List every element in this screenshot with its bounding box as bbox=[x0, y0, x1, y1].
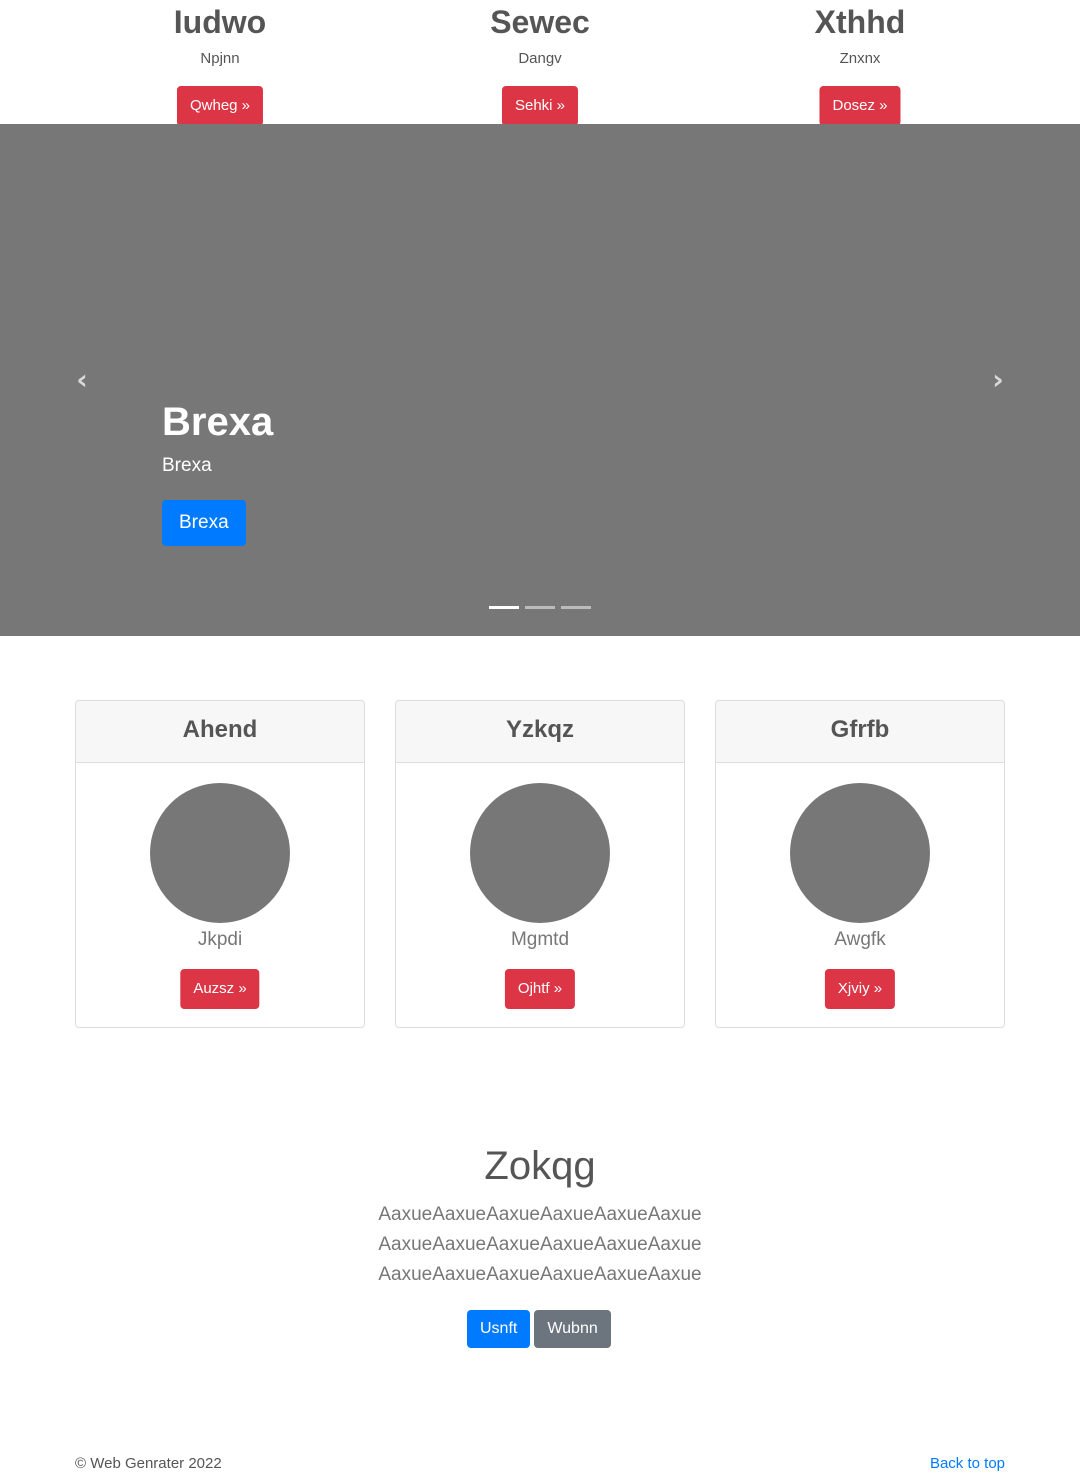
top-feature-subtitle: Npjnn bbox=[200, 50, 240, 67]
card-name: Jkpdi bbox=[197, 929, 243, 950]
carousel-indicator-1[interactable] bbox=[489, 606, 519, 609]
footer-copyright: © Web Genrater 2022 bbox=[75, 1455, 222, 1472]
carousel-next-icon[interactable]: › bbox=[988, 366, 1008, 394]
jumbotron-line: AaxueAaxueAaxueAaxueAaxueAaxue bbox=[378, 1234, 702, 1255]
avatar bbox=[150, 783, 290, 923]
card-name: Mgmtd bbox=[510, 929, 570, 950]
secondary-button[interactable]: Wubnn bbox=[534, 1310, 611, 1348]
jumbotron-buttons: Usnft Wubnn bbox=[467, 1310, 611, 1348]
carousel-indicators bbox=[489, 606, 591, 609]
carousel-button[interactable]: Brexa bbox=[162, 500, 246, 546]
carousel-caption: Brexa Brexa Brexa bbox=[162, 396, 274, 546]
card-header: Gfrfb bbox=[716, 701, 1004, 763]
carousel-indicator-3[interactable] bbox=[561, 606, 591, 609]
hero-carousel: ‹ › Brexa Brexa Brexa bbox=[0, 124, 1080, 636]
primary-button[interactable]: Usnft bbox=[467, 1310, 531, 1348]
jumbotron-title: Zokqg bbox=[484, 1144, 596, 1188]
top-feature-1: Iudwo Npjnn Qwheg » bbox=[60, 0, 380, 126]
profile-card: Yzkqz Mgmtd Ojhtf » bbox=[395, 700, 685, 1028]
carousel-subtitle: Brexa bbox=[162, 455, 212, 476]
card-button[interactable]: Ojhtf » bbox=[504, 969, 576, 1009]
top-feature-button[interactable]: Qwheg » bbox=[176, 86, 264, 126]
carousel-prev-icon[interactable]: ‹ bbox=[72, 366, 92, 394]
carousel-indicator-2[interactable] bbox=[525, 606, 555, 609]
avatar bbox=[470, 783, 610, 923]
top-feature-title: Sewec bbox=[490, 4, 590, 40]
card-name: Awgfk bbox=[834, 929, 886, 950]
top-feature-button[interactable]: Sehki » bbox=[501, 86, 579, 126]
top-feature-2: Sewec Dangv Sehki » bbox=[380, 0, 700, 126]
jumbotron-line: AaxueAaxueAaxueAaxueAaxueAaxue bbox=[378, 1204, 702, 1225]
top-feature-button[interactable]: Dosez » bbox=[819, 86, 901, 126]
profile-card: Gfrfb Awgfk Xjviy » bbox=[715, 700, 1005, 1028]
card-deck: Ahend Jkpdi Auzsz » Yzkqz Mgmtd Ojhtf » … bbox=[75, 700, 1005, 1028]
back-to-top-link[interactable]: Back to top bbox=[930, 1454, 1005, 1474]
jumbotron-text: AaxueAaxueAaxueAaxueAaxueAaxue AaxueAaxu… bbox=[0, 1200, 1080, 1290]
card-button[interactable]: Auzsz » bbox=[180, 969, 260, 1009]
jumbotron-line: AaxueAaxueAaxueAaxueAaxueAaxue bbox=[378, 1264, 702, 1285]
carousel-title: Brexa bbox=[162, 400, 274, 444]
card-header: Ahend bbox=[76, 701, 364, 763]
card-button[interactable]: Xjviy » bbox=[824, 969, 896, 1009]
card-header: Yzkqz bbox=[396, 701, 684, 763]
avatar bbox=[790, 783, 930, 923]
jumbotron: Zokqg AaxueAaxueAaxueAaxueAaxueAaxue Aax… bbox=[0, 1140, 1080, 1348]
top-feature-subtitle: Dangv bbox=[518, 50, 562, 67]
top-features: Iudwo Npjnn Qwheg » Sewec Dangv Sehki » … bbox=[60, 0, 1020, 126]
top-feature-title: Iudwo bbox=[173, 4, 267, 40]
profile-card: Ahend Jkpdi Auzsz » bbox=[75, 700, 365, 1028]
top-feature-subtitle: Znxnx bbox=[839, 50, 881, 67]
top-feature-3: Xthhd Znxnx Dosez » bbox=[700, 0, 1020, 126]
top-feature-title: Xthhd bbox=[814, 4, 906, 40]
